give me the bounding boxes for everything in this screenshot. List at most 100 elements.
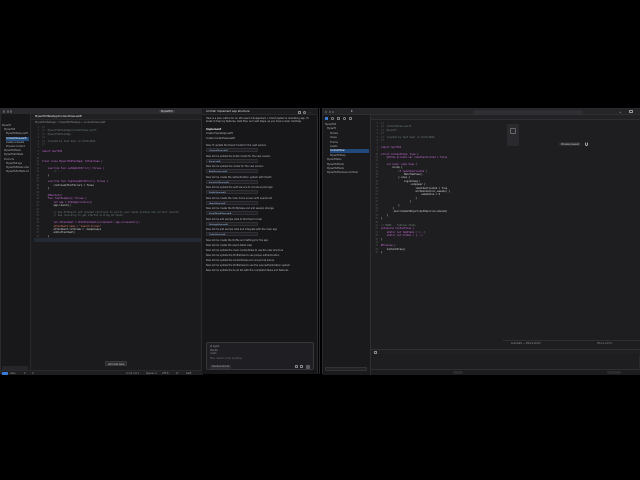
toolbar-tab[interactable]: MyswiftUI xyxy=(159,109,175,114)
navigator-item[interactable]: Theme xyxy=(330,141,369,145)
filter-field[interactable] xyxy=(325,367,367,371)
status-item[interactable]: Swift xyxy=(186,372,191,376)
debug-toggle-icon[interactable] xyxy=(374,351,377,354)
zoom-dot-icon[interactable] xyxy=(332,110,335,113)
send-icon[interactable] xyxy=(306,365,310,369)
navigator-item[interactable]: MyswiftUI xyxy=(325,123,369,127)
navigator-item[interactable]: Models xyxy=(330,132,369,136)
editor-selection-line xyxy=(34,238,201,242)
output-pill[interactable] xyxy=(607,371,621,375)
navigator-item[interactable]: Assets xyxy=(330,145,369,149)
code-line: // xyxy=(42,143,45,146)
file-chip-label: ContentView.swift xyxy=(209,150,228,152)
chat-step: Now let me create the main home screen w… xyxy=(206,196,272,200)
device-name: iPhone 16 Pro xyxy=(597,341,613,345)
file-chip-label: SettingsView.swift xyxy=(209,223,228,226)
file-chip[interactable]: ContentView.swift xyxy=(206,148,258,152)
model-selector[interactable]: claude-4-sonnet xyxy=(210,365,231,369)
navigator-item[interactable]: ContentView xyxy=(330,149,369,154)
chat-step: Now let me add sample data to the Event … xyxy=(206,217,262,221)
preview-paused-pill[interactable]: Preview paused xyxy=(559,142,582,146)
sidebar-item[interactable]: MyswiftUIUITests.xctest xyxy=(6,170,29,174)
hover-tooltip: Add note here xyxy=(105,361,128,366)
xcode-code-area[interactable]: 1//2// ContentView.swift 3// Myswift 4//5/… xyxy=(373,122,523,358)
folder-icon[interactable] xyxy=(325,117,328,120)
remote-icon[interactable] xyxy=(2,371,8,375)
plus-icon[interactable]: + xyxy=(619,110,623,114)
chat-step: Now let me update the ProfileView to use… xyxy=(206,253,280,257)
chat-step: Now let me update the ContentView and co… xyxy=(206,258,275,262)
file-chip[interactable]: SettingsView.swift xyxy=(206,221,258,226)
file-chip[interactable]: EventDetailView.swift xyxy=(206,211,258,215)
device-selector[interactable]: Automatic — iPhone 16 Pro xyxy=(511,342,541,345)
code-line: // Use recording to get started writing … xyxy=(42,214,125,218)
window-divider[interactable] xyxy=(319,108,320,374)
chat-step: Now let me update the ticket model for t… xyxy=(206,154,271,158)
editor-status-bar: main 0 0 Ln 12, Col 1 Spaces: 4 UTF-8 LF Swift xyxy=(1,370,203,375)
symbol-icon[interactable] xyxy=(337,117,340,120)
close-dot-icon[interactable] xyxy=(3,110,6,113)
run-icon[interactable] xyxy=(351,110,353,113)
more-icon[interactable]: ⋯ xyxy=(308,111,312,114)
file-chip-label: EventListView.swift xyxy=(209,181,229,184)
chat-intro: Here is a plan outline for an iOS event … xyxy=(206,117,309,124)
new-chat-icon[interactable] xyxy=(298,110,301,114)
chat-step: Now I'll update the Event model for the … xyxy=(206,144,267,147)
file-chip[interactable]: AuthService.swift xyxy=(206,169,258,173)
status-item[interactable]: 0 xyxy=(24,372,25,376)
file-chip[interactable]: EventListView.swift xyxy=(206,179,258,184)
navigator-item[interactable]: MyswiftTests xyxy=(327,158,369,162)
close-dot-icon[interactable] xyxy=(325,110,328,113)
navigator-item[interactable]: MyswiftUITestsLaunchTests xyxy=(327,171,369,175)
file-chip[interactable]: TicketView.swift xyxy=(206,232,258,236)
zoom-dot-icon[interactable] xyxy=(10,110,13,113)
history-icon[interactable] xyxy=(303,110,306,114)
editor-sidebar: Myswift MyswiftUI MyswiftUIApp.swift Conten… xyxy=(1,114,31,375)
pin-icon xyxy=(510,128,516,134)
code-line: import SwiftUI xyxy=(381,145,402,149)
code-line: } xyxy=(381,237,383,241)
file-chip-label: HomeView.swift xyxy=(209,202,226,205)
chat-step: Now let me add sample data and integrate… xyxy=(206,228,278,231)
chat-step: Now let me create the Profile and Settin… xyxy=(206,238,269,242)
code-line: } xyxy=(381,251,383,255)
navigator-item[interactable]: MyswiftUITests xyxy=(327,163,369,167)
issue-icon[interactable] xyxy=(349,117,352,120)
image-icon[interactable] xyxy=(300,365,303,369)
minimize-dot-icon[interactable] xyxy=(328,110,331,113)
navigator-tabs xyxy=(325,117,369,120)
editor-tab-active[interactable]: MyswiftUITestApp/ContentView.swift xyxy=(35,115,82,118)
filter-pill[interactable] xyxy=(453,371,463,375)
chat-messages: Implement Create EventsApp.swift Create Co… xyxy=(206,128,314,340)
code-line: @State private var isAuthenticated = fal… xyxy=(381,156,448,159)
status-item[interactable]: UTF-8 xyxy=(162,372,168,376)
chat-step: Now let me create the ProfileView and ad… xyxy=(206,207,274,210)
attach-icon[interactable] xyxy=(295,365,298,369)
status-item[interactable]: Spaces: 4 xyxy=(146,372,157,376)
chat-input-box[interactable]: @ Agent Claude / Auto Plan, search, build … xyxy=(206,342,314,370)
chat-step: Now let me update the to-do list with th… xyxy=(206,268,289,272)
file-chip[interactable]: Event.swift xyxy=(206,158,258,163)
status-item[interactable]: main xyxy=(10,372,15,376)
code-line: } xyxy=(42,173,50,177)
find-icon[interactable] xyxy=(343,117,346,120)
status-item[interactable]: 0 xyxy=(32,372,33,376)
file-chip[interactable]: ProfileView.swift xyxy=(206,190,258,194)
file-chip-label: ProfileView.swift xyxy=(209,192,226,194)
editor-code-area[interactable]: 1//2// MyswiftUITestApp/ContentView.swif… xyxy=(34,126,202,346)
preview-device-thumb[interactable] xyxy=(507,124,519,146)
chat-step: Now let me update the main ContentView t… xyxy=(206,248,284,252)
navigator-item[interactable]: Myswift xyxy=(327,127,369,131)
navigator-item[interactable]: Views xyxy=(330,136,369,140)
status-item[interactable]: LF xyxy=(176,372,178,376)
minimize-dot-icon[interactable] xyxy=(6,110,9,113)
chat-input-line: / Auto xyxy=(210,352,217,356)
source-control-icon[interactable] xyxy=(331,117,334,120)
refresh-icon[interactable] xyxy=(585,142,589,146)
status-item[interactable]: Ln 12, Col 1 xyxy=(126,372,139,376)
navigator-item[interactable]: MyswiftUIApp xyxy=(330,154,369,158)
inspector-toggle-icon[interactable] xyxy=(629,110,633,114)
navigator-item[interactable]: MyswiftUITests xyxy=(327,167,369,171)
file-chip[interactable]: HomeView.swift xyxy=(206,200,258,205)
breadcrumb[interactable]: MyswiftUITestApp > MyswiftUITestApp > Co… xyxy=(35,121,105,124)
